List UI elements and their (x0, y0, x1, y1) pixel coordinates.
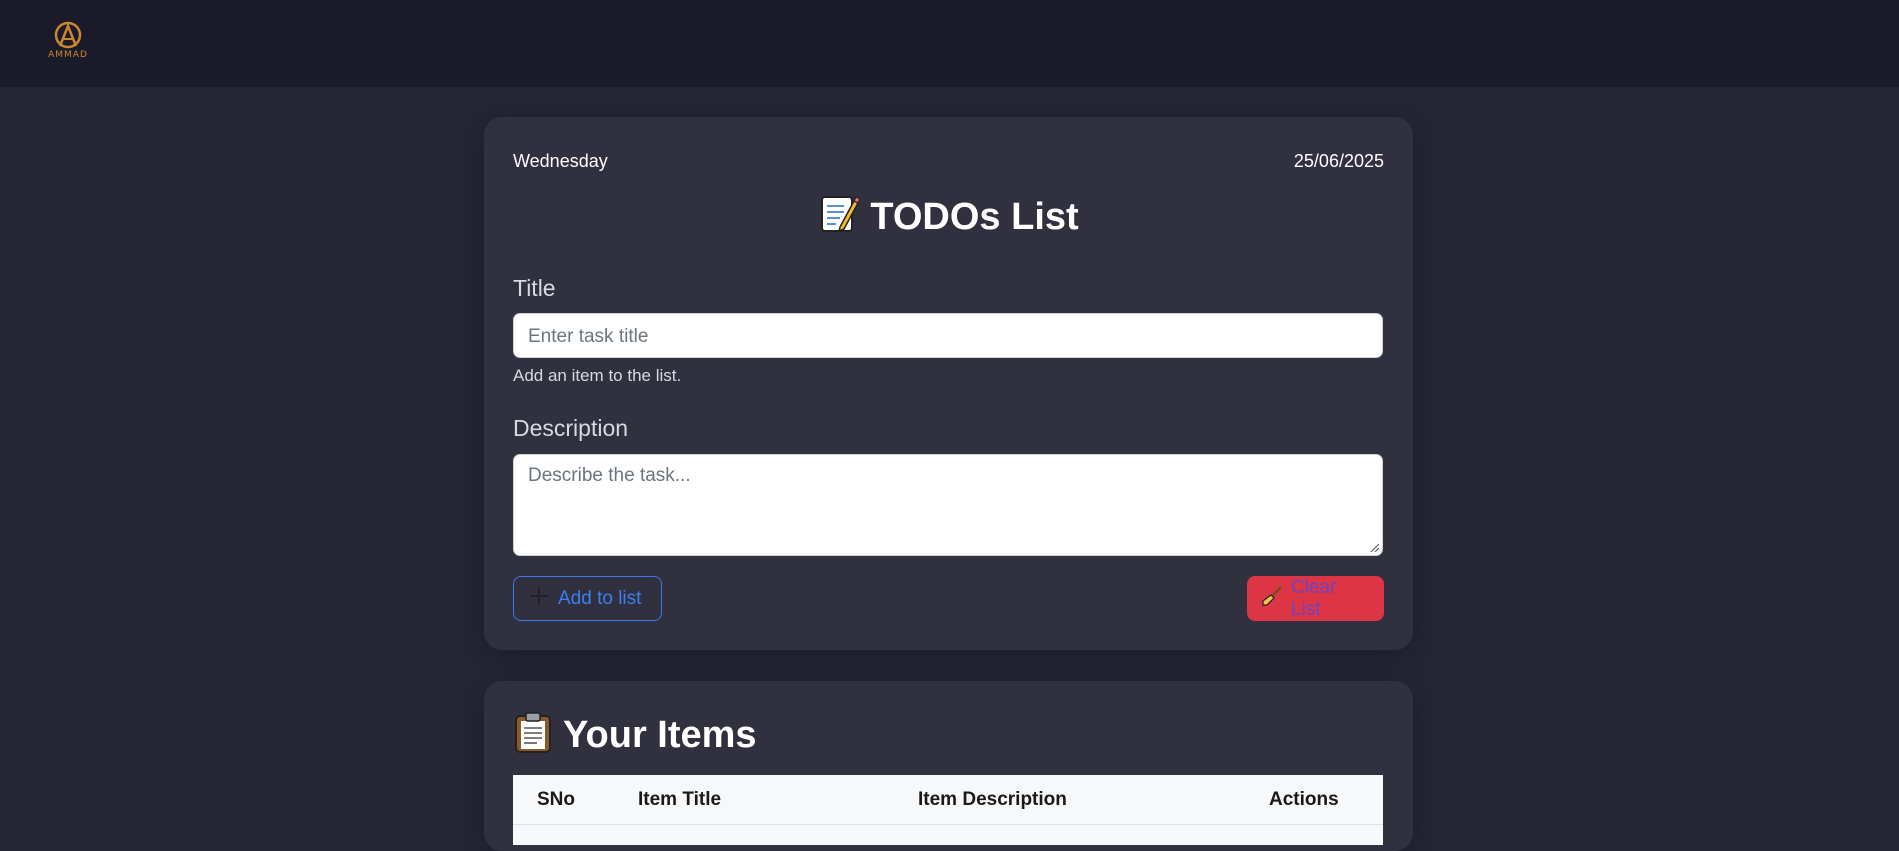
description-textarea[interactable]: Describe the task... (513, 454, 1383, 556)
page-title: TODOs List (484, 193, 1413, 245)
current-date: 25/06/2025 (1293, 151, 1384, 171)
broom-icon (1261, 585, 1283, 613)
items-heading-text: Your Items (563, 714, 757, 756)
add-to-list-label: Add to list (558, 587, 642, 609)
clear-list-button[interactable]: Clear List (1247, 576, 1384, 621)
column-header-item-description: Item Description (918, 789, 1067, 810)
navbar: AMMAD (0, 0, 1899, 87)
table-divider (513, 824, 1383, 825)
title-help-text: Add an item to the list. (513, 366, 682, 385)
title-label: Title (513, 275, 556, 301)
resize-grip-icon[interactable] (1369, 542, 1379, 552)
current-day: Wednesday (513, 151, 608, 171)
todo-form-card: Wednesday 25/06/2025 TODOs List Title En… (484, 117, 1413, 650)
page-title-text: TODOs List (870, 196, 1079, 238)
column-header-actions: Actions (1269, 789, 1339, 810)
plus-icon (528, 585, 550, 613)
add-to-list-button[interactable]: Add to list (513, 576, 662, 621)
brand-logo[interactable]: AMMAD (40, 20, 96, 66)
description-placeholder: Describe the task... (528, 465, 691, 486)
clear-list-label: Clear List (1291, 576, 1337, 620)
description-label: Description (513, 415, 629, 441)
column-header-item-title: Item Title (638, 789, 722, 810)
memo-icon (818, 193, 862, 245)
logo-icon (54, 21, 82, 49)
items-card: Your Items SNo Item Title Item Descripti… (484, 681, 1413, 851)
items-table: SNo Item Title Item Description Actions (513, 775, 1383, 845)
clipboard-icon (513, 711, 553, 763)
logo-text: AMMAD (48, 50, 88, 60)
title-input[interactable]: Enter task title (513, 313, 1383, 358)
items-heading: Your Items (513, 711, 757, 763)
column-header-sno: SNo (537, 789, 575, 810)
